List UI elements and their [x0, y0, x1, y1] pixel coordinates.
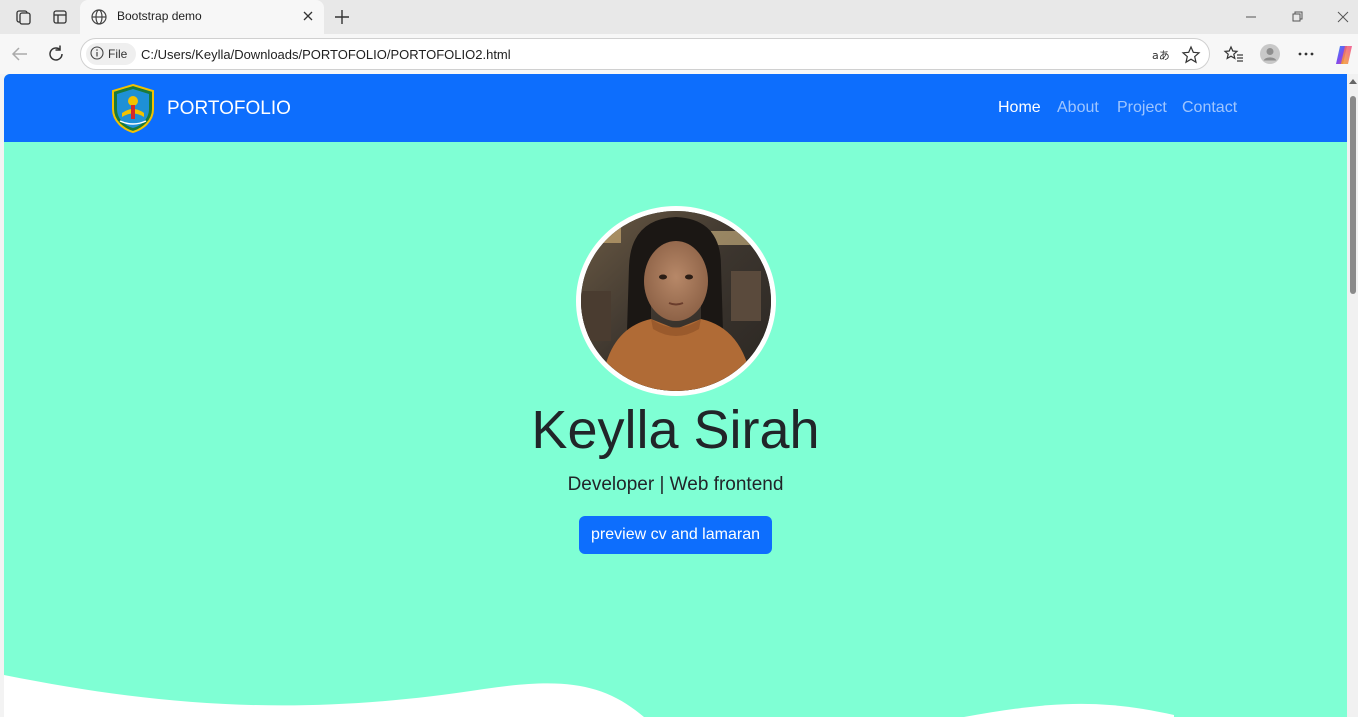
browser-toolbar: File C:/Users/Keylla/Downloads/PORTOFOLI…	[0, 34, 1358, 74]
favorites-icon[interactable]	[1223, 43, 1245, 65]
address-bar[interactable]: File C:/Users/Keylla/Downloads/PORTOFOLI…	[80, 38, 1210, 70]
navbar: PORTOFOLIO Home About Project Contact	[4, 74, 1347, 142]
page-viewport: PORTOFOLIO Home About Project Contact Ke…	[4, 74, 1347, 717]
minimize-icon[interactable]	[1240, 6, 1262, 28]
svg-text:aあ: aあ	[1152, 49, 1170, 62]
info-icon	[90, 45, 104, 63]
nav-home[interactable]: Home	[998, 99, 1041, 117]
nav-contact[interactable]: Contact	[1182, 99, 1237, 117]
scroll-up-icon[interactable]	[1349, 79, 1357, 84]
close-icon[interactable]	[300, 8, 316, 24]
plus-icon[interactable]	[331, 6, 353, 28]
url-text[interactable]: C:/Users/Keylla/Downloads/PORTOFOLIO/POR…	[141, 47, 511, 62]
hero-subtitle: Developer | Web frontend	[567, 474, 784, 495]
file-label: File	[108, 47, 128, 61]
star-icon[interactable]	[1180, 44, 1202, 66]
preview-cv-button[interactable]: preview cv and lamaran	[579, 516, 772, 554]
active-tab[interactable]: Bootstrap demo	[80, 0, 324, 34]
copilot-icon[interactable]	[1332, 43, 1354, 65]
reload-icon[interactable]	[45, 43, 67, 65]
school-logo[interactable]	[108, 83, 158, 134]
close-window-icon[interactable]	[1332, 6, 1354, 28]
restore-icon[interactable]	[1286, 6, 1308, 28]
scroll-thumb[interactable]	[1350, 96, 1356, 294]
site-info-chip[interactable]: File	[86, 43, 136, 65]
tab-actions-icon[interactable]	[49, 6, 71, 28]
nav-about[interactable]: About	[1057, 99, 1099, 117]
scrollbar[interactable]	[1347, 74, 1358, 717]
read-aloud-icon[interactable]: aあ	[1149, 44, 1171, 66]
more-icon[interactable]	[1295, 43, 1317, 65]
workspaces-icon[interactable]	[13, 6, 35, 28]
hero-name: Keylla Sirah	[531, 400, 820, 460]
brand-name[interactable]: PORTOFOLIO	[167, 98, 291, 120]
profile-icon[interactable]	[1259, 43, 1281, 65]
tab-title: Bootstrap demo	[117, 9, 202, 23]
back-icon[interactable]	[9, 43, 31, 65]
profile-photo	[576, 206, 776, 396]
globe-icon	[90, 8, 108, 31]
nav-project[interactable]: Project	[1117, 99, 1167, 117]
wave-divider	[4, 675, 1174, 717]
tab-strip: Bootstrap demo	[0, 0, 1358, 34]
